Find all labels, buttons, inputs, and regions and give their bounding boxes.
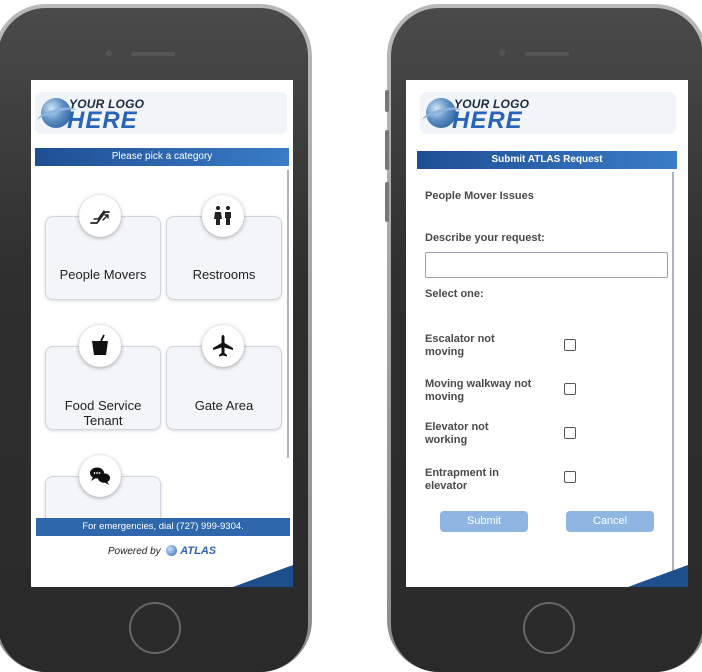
atlas-logo: ATLAS	[180, 545, 217, 557]
atlas-globe-icon	[166, 545, 178, 556]
home-button[interactable]	[129, 602, 181, 654]
option-label: Escalator not moving	[425, 333, 495, 358]
powered-by-label: Powered by	[107, 546, 161, 557]
left-screen: YOUR LOGO HERE Please pick a category Pe…	[31, 80, 293, 587]
camera-icon	[499, 50, 505, 56]
escalator-checkbox[interactable]	[564, 339, 576, 351]
side-button	[385, 182, 389, 222]
scrollbar[interactable]	[287, 170, 289, 458]
logo-line2: HERE	[452, 107, 523, 134]
side-button	[385, 130, 389, 170]
entrapment-checkbox[interactable]	[564, 471, 576, 483]
side-button	[385, 90, 389, 112]
submit-button[interactable]: Submit	[440, 511, 528, 532]
tile-label: Gate Area	[194, 398, 254, 413]
speaker-grille	[131, 52, 175, 56]
request-header: Submit ATLAS Request	[417, 151, 677, 169]
food-cup-icon-badge	[79, 325, 121, 367]
describe-label: Describe your request:	[425, 232, 545, 244]
home-button[interactable]	[523, 602, 575, 654]
option-label: Entrapment in elevator	[425, 467, 499, 492]
cancel-button[interactable]: Cancel	[566, 511, 654, 532]
tile-label: Restrooms	[192, 267, 256, 282]
camera-icon	[106, 50, 112, 56]
describe-input[interactable]	[425, 252, 668, 278]
corner-decoration	[628, 565, 688, 587]
airplane-icon-badge	[202, 325, 244, 367]
corner-decoration	[233, 565, 293, 587]
emergency-footer: For emergencies, dial (727) 999-9304.	[36, 518, 290, 536]
tile-label: People Movers	[59, 267, 147, 282]
logo: YOUR LOGO HERE	[35, 92, 287, 134]
powered-by: Powered by ATLAS	[31, 545, 293, 557]
category-header: Please pick a category	[35, 148, 289, 166]
logo: YOUR LOGO HERE	[420, 92, 676, 134]
option-label: Elevator not working	[425, 421, 489, 446]
logo-line2: HERE	[67, 107, 138, 134]
elevator-checkbox[interactable]	[564, 427, 576, 439]
escalator-icon	[90, 210, 110, 224]
right-screen: YOUR LOGO HERE Submit ATLAS Request Peop…	[406, 80, 688, 587]
tile-label: Food Service Tenant	[64, 398, 142, 428]
speaker-grille	[525, 52, 569, 56]
select-label: Select one:	[425, 288, 484, 300]
chat-bubbles-icon-badge	[79, 455, 121, 497]
category-title: People Mover Issues	[425, 190, 534, 202]
airplane-icon	[213, 335, 233, 357]
moving-walkway-checkbox[interactable]	[564, 383, 576, 395]
scrollbar[interactable]	[672, 172, 674, 580]
option-label: Moving walkway not moving	[425, 378, 532, 403]
restroom-icon-badge	[202, 195, 244, 237]
food-cup-icon	[92, 334, 108, 355]
escalator-icon-badge	[79, 195, 121, 237]
restroom-icon	[214, 206, 231, 225]
chat-bubbles-icon	[90, 467, 110, 485]
